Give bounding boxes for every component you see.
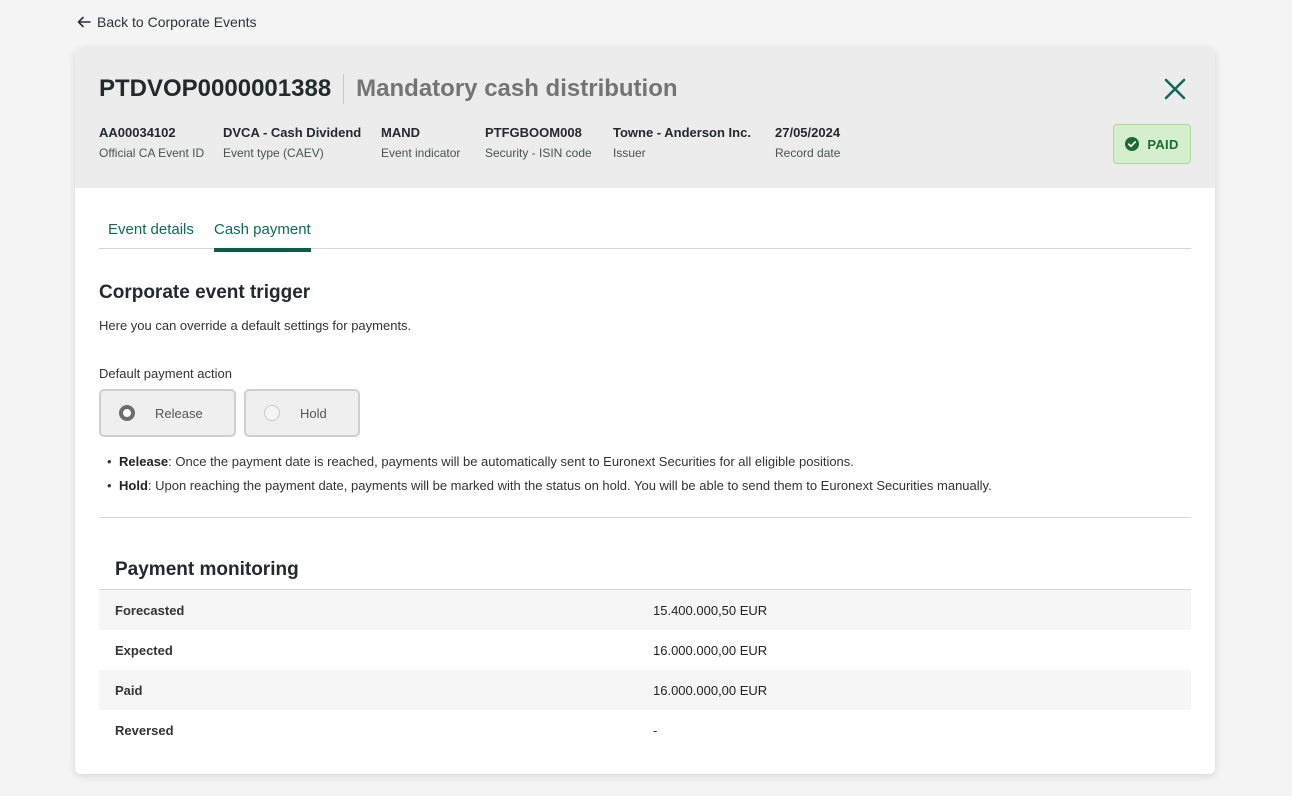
tab-event-details[interactable]: Event details bbox=[108, 220, 194, 252]
bullet-term: Hold bbox=[119, 478, 148, 493]
back-link[interactable]: Back to Corporate Events bbox=[77, 14, 257, 30]
row-label: Reversed bbox=[115, 722, 174, 738]
bullet-dot: • bbox=[107, 478, 112, 493]
meta-label: Event indicator bbox=[381, 146, 461, 160]
row-value: 15.400.000,50 EUR bbox=[653, 602, 768, 618]
row-label: Forecasted bbox=[115, 602, 185, 618]
release-option[interactable]: Release bbox=[99, 389, 236, 437]
close-icon[interactable] bbox=[1161, 75, 1189, 103]
meta-value: MAND bbox=[381, 125, 420, 140]
bullet-term: Release bbox=[119, 454, 169, 469]
bullet-text: Release: Once the payment date is reache… bbox=[119, 450, 854, 474]
event-title-row: PTDVOP0000001388 Mandatory cash distribu… bbox=[99, 74, 678, 104]
list-item: • Hold: Upon reaching the payment date, … bbox=[107, 474, 992, 498]
check-circle-icon bbox=[1125, 137, 1140, 151]
meta-value: Towne - Anderson Inc. bbox=[613, 125, 751, 140]
monitoring-table: Forecasted 15.400.000,50 EUR Expected 16… bbox=[99, 589, 1191, 750]
meta-value: DVCA - Cash Dividend bbox=[223, 125, 362, 140]
trigger-title: Corporate event trigger bbox=[99, 282, 311, 303]
payment-action-help: • Release: Once the payment date is reac… bbox=[107, 450, 992, 498]
tab-cash-payment[interactable]: Cash payment bbox=[214, 220, 311, 252]
meta-official-id: AA00034102 Official CA Event ID bbox=[99, 124, 204, 161]
monitoring-title: Payment monitoring bbox=[115, 559, 299, 580]
table-row: Expected 16.000.000,00 EUR bbox=[99, 630, 1191, 670]
meta-label: Event type (CAEV) bbox=[223, 146, 324, 160]
section-divider bbox=[99, 517, 1191, 518]
radio-unselected-icon bbox=[264, 405, 280, 421]
bullet-desc: : Upon reaching the payment date, paymen… bbox=[147, 478, 992, 493]
meta-issuer: Towne - Anderson Inc. Issuer bbox=[613, 124, 751, 161]
bullet-text: Hold: Upon reaching the payment date, pa… bbox=[119, 474, 992, 498]
bullet-dot: • bbox=[107, 454, 112, 469]
meta-label: Record date bbox=[775, 146, 841, 160]
table-row: Forecasted 15.400.000,50 EUR bbox=[99, 590, 1191, 630]
bullet-desc: : Once the payment date is reached, paym… bbox=[168, 454, 854, 469]
meta-value: 27/05/2024 bbox=[775, 125, 841, 140]
meta-value: PTFGBOOM008 bbox=[485, 125, 582, 140]
event-header: PTDVOP0000001388 Mandatory cash distribu… bbox=[75, 48, 1215, 188]
row-value: - bbox=[653, 722, 658, 738]
meta-event-indicator: MAND Event indicator bbox=[381, 124, 460, 161]
meta-isin: PTFGBOOM008 Security - ISIN code bbox=[485, 124, 592, 161]
hold-option-label: Hold bbox=[300, 405, 327, 421]
payment-action-label: Default payment action bbox=[99, 366, 232, 381]
event-name: Mandatory cash distribution bbox=[356, 75, 678, 102]
arrow-left-icon bbox=[77, 16, 91, 28]
table-row: Reversed - bbox=[99, 710, 1191, 750]
back-link-label: Back to Corporate Events bbox=[97, 14, 257, 30]
tab-bar: Event details Cash payment bbox=[99, 220, 1191, 252]
meta-label: Official CA Event ID bbox=[99, 146, 205, 160]
row-label: Paid bbox=[115, 682, 143, 698]
meta-value: AA00034102 bbox=[99, 125, 176, 140]
status-badge: PAID bbox=[1113, 124, 1191, 164]
meta-label: Security - ISIN code bbox=[485, 146, 592, 160]
meta-record-date: 27/05/2024 Record date bbox=[775, 124, 840, 161]
hold-option[interactable]: Hold bbox=[244, 389, 360, 437]
meta-event-type: DVCA - Cash Dividend Event type (CAEV) bbox=[223, 124, 361, 161]
release-option-label: Release bbox=[155, 405, 203, 421]
table-row: Paid 16.000.000,00 EUR bbox=[99, 670, 1191, 710]
trigger-description: Here you can override a default settings… bbox=[99, 318, 412, 333]
row-label: Expected bbox=[115, 642, 173, 658]
event-code: PTDVOP0000001388 bbox=[99, 74, 345, 104]
meta-label: Issuer bbox=[613, 146, 646, 160]
list-item: • Release: Once the payment date is reac… bbox=[107, 450, 992, 474]
status-label: PAID bbox=[1147, 136, 1179, 152]
row-value: 16.000.000,00 EUR bbox=[653, 682, 768, 698]
radio-selected-icon bbox=[119, 405, 135, 421]
event-card: PTDVOP0000001388 Mandatory cash distribu… bbox=[75, 48, 1215, 774]
row-value: 16.000.000,00 EUR bbox=[653, 642, 768, 658]
